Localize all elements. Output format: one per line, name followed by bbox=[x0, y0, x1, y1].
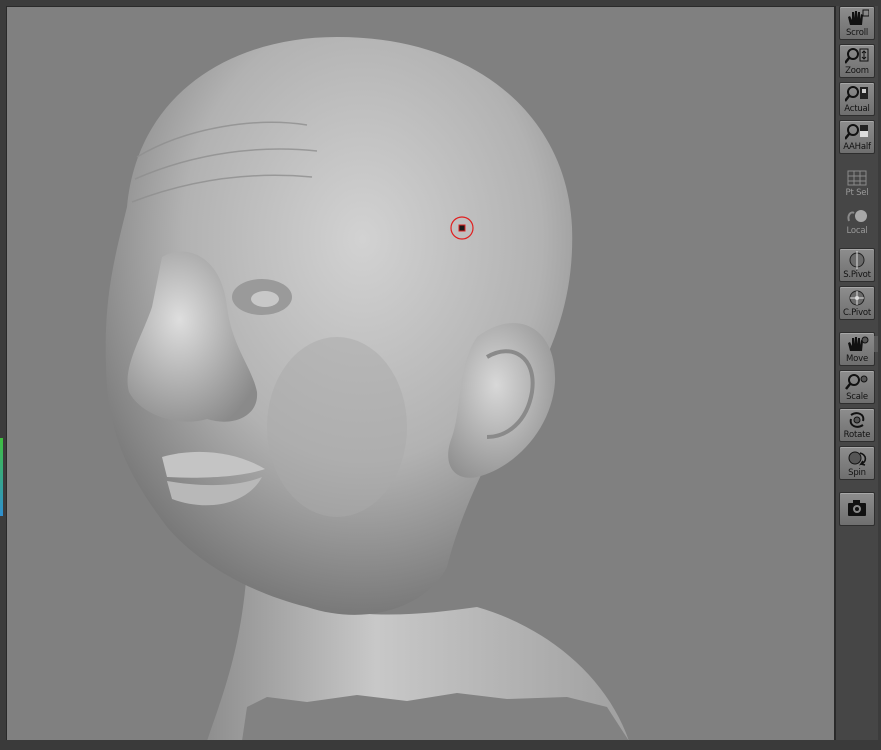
actual-label: Actual bbox=[844, 104, 870, 114]
panel-collapse-handle[interactable] bbox=[874, 336, 878, 352]
snapshot-button[interactable] bbox=[839, 492, 875, 526]
magnifier-zoom-icon bbox=[845, 48, 869, 64]
aahalf-label: AAHalf bbox=[843, 142, 871, 152]
move-button[interactable]: Move bbox=[839, 332, 875, 366]
hand-move-icon bbox=[848, 336, 869, 351]
3d-viewport-canvas[interactable] bbox=[6, 6, 835, 742]
center-pivot-icon bbox=[849, 290, 865, 306]
c-pivot-label: C.Pivot bbox=[842, 308, 872, 318]
magnifier-scale-icon bbox=[845, 374, 868, 390]
scale-button[interactable]: Scale bbox=[839, 370, 875, 404]
grid-icon bbox=[847, 170, 867, 186]
sphere-pivot-icon bbox=[849, 251, 865, 269]
zoom-label: Zoom bbox=[845, 66, 869, 76]
spin-button[interactable]: Spin bbox=[839, 446, 875, 480]
right-toolbar: Scroll Zoom Actual AAHalf Pt Sel Local S… bbox=[835, 6, 878, 740]
aahalf-button[interactable]: AAHalf bbox=[839, 120, 875, 154]
spin-icon bbox=[848, 451, 867, 466]
scale-label: Scale bbox=[846, 392, 868, 402]
pt-sel-label: Pt Sel bbox=[845, 188, 869, 198]
hand-scroll-icon bbox=[848, 9, 869, 25]
magnifier-aahalf-icon bbox=[845, 124, 868, 140]
scroll-label: Scroll bbox=[845, 28, 869, 38]
c-pivot-button[interactable]: C.Pivot bbox=[839, 286, 875, 320]
sculpt-head-model bbox=[105, 37, 629, 741]
local-sphere-icon bbox=[847, 210, 867, 222]
spin-label: Spin bbox=[848, 468, 866, 478]
camera-icon bbox=[848, 500, 866, 516]
rotate-label: Rotate bbox=[843, 430, 871, 440]
move-label: Move bbox=[846, 354, 868, 364]
s-pivot-label: S.Pivot bbox=[843, 270, 871, 280]
actual-button[interactable]: Actual bbox=[839, 82, 875, 116]
scroll-button[interactable]: Scroll bbox=[839, 6, 875, 40]
local-label: Local bbox=[846, 226, 868, 236]
pt-sel-button[interactable]: Pt Sel bbox=[839, 166, 875, 200]
bottom-bar bbox=[0, 740, 881, 750]
magnifier-actual-icon bbox=[845, 86, 868, 102]
rotate-button[interactable]: Rotate bbox=[839, 408, 875, 442]
rotate-icon bbox=[849, 412, 865, 428]
zoom-button[interactable]: Zoom bbox=[839, 44, 875, 78]
s-pivot-button[interactable]: S.Pivot bbox=[839, 248, 875, 282]
local-button[interactable]: Local bbox=[839, 204, 875, 238]
edge-accent-strip bbox=[0, 438, 3, 516]
